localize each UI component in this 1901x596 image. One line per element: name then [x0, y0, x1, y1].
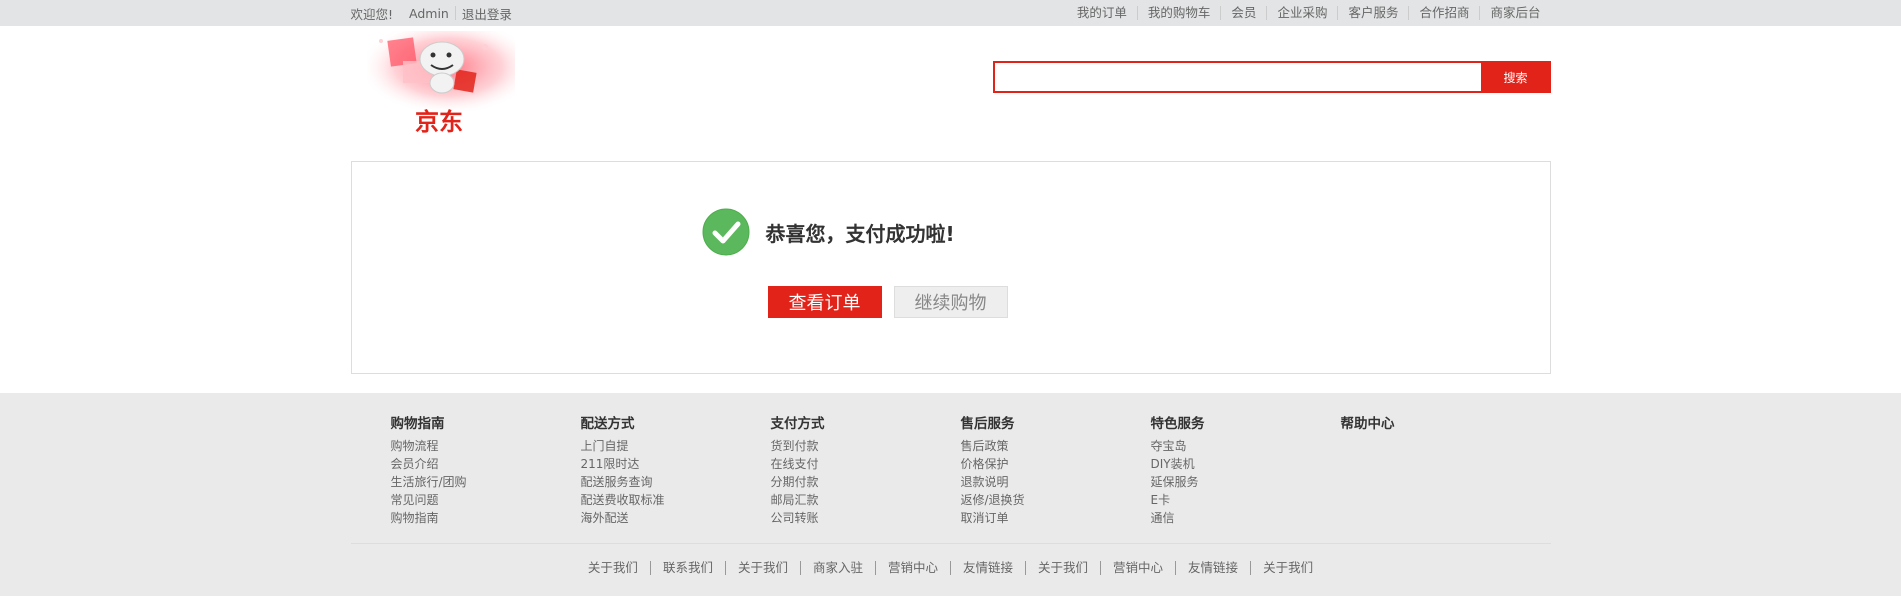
footer-link[interactable]: 取消订单 — [961, 509, 1151, 527]
footer-col-after-sales: 售后服务 售后政策 价格保护 退款说明 返修/退换货 取消订单 — [961, 415, 1151, 543]
continue-shopping-button[interactable]: 继续购物 — [893, 286, 1008, 318]
footer-link[interactable]: DIY装机 — [1151, 455, 1341, 473]
footer-link[interactable]: 退款说明 — [961, 473, 1151, 491]
footer-link[interactable]: 211限时达 — [581, 455, 771, 473]
footer-bottom-link-friend-links[interactable]: 友情链接 — [1175, 561, 1250, 575]
topbar-link-merchant-admin[interactable]: 商家后台 — [1479, 6, 1550, 20]
footer-col-special-services: 特色服务 夺宝岛 DIY装机 延保服务 E卡 通信 — [1151, 415, 1341, 543]
topbar-link-my-cart[interactable]: 我的购物车 — [1136, 6, 1221, 20]
footer-bottom-link-about[interactable]: 关于我们 — [576, 561, 650, 575]
footer-columns: 购物指南 购物流程 会员介绍 生活旅行/团购 常见问题 购物指南 配送方式 上门… — [351, 393, 1551, 543]
footer-link[interactable]: 海外配送 — [581, 509, 771, 527]
view-order-button[interactable]: 查看订单 — [767, 286, 882, 318]
footer-link[interactable]: 上门自提 — [581, 437, 771, 455]
footer-link[interactable]: 延保服务 — [1151, 473, 1341, 491]
footer-col-title: 配送方式 — [580, 416, 635, 432]
divider — [454, 6, 456, 20]
header: 京东 搜索 — [351, 26, 1551, 161]
welcome-text: 欢迎您! — [350, 6, 394, 22]
top-bar: 欢迎您! Admin 退出登录 我的订单 我的购物车 会员 企业采购 客户服务 … — [0, 0, 1901, 26]
footer-col-title[interactable]: 帮助中心 — [1341, 415, 1531, 433]
footer-link[interactable]: 分期付款 — [771, 473, 961, 491]
footer-bottom-link-friend-links[interactable]: 友情链接 — [950, 561, 1025, 575]
check-circle-icon — [702, 208, 749, 256]
footer-link[interactable]: 购物指南 — [391, 509, 581, 527]
footer-link[interactable]: 售后政策 — [961, 437, 1151, 455]
search-input[interactable] — [992, 61, 1481, 93]
success-message: 恭喜您，支付成功啦! — [765, 222, 955, 246]
footer-col-title: 特色服务 — [1150, 416, 1205, 432]
footer-link[interactable]: 常见问题 — [391, 491, 581, 509]
footer-bottom-link-about[interactable]: 关于我们 — [724, 561, 800, 575]
footer-link[interactable]: 在线支付 — [771, 455, 961, 473]
footer-col-shopping-guide: 购物指南 购物流程 会员介绍 生活旅行/团购 常见问题 购物指南 — [391, 415, 581, 543]
footer-bottom-link-contact[interactable]: 联系我们 — [649, 561, 725, 575]
logo-wordmark: 京东 — [415, 108, 463, 136]
footer-link[interactable]: 生活旅行/团购 — [391, 473, 581, 491]
footer-link[interactable]: 通信 — [1151, 509, 1341, 527]
footer-col-title: 支付方式 — [770, 416, 825, 432]
footer-link[interactable]: 邮局汇款 — [771, 491, 961, 509]
topbar-nav: 我的订单 我的购物车 会员 企业采购 客户服务 合作招商 商家后台 — [1067, 6, 1551, 20]
footer-bottom-link-about[interactable]: 关于我们 — [1250, 561, 1325, 575]
footer-link[interactable]: 会员介绍 — [391, 455, 581, 473]
footer: 购物指南 购物流程 会员介绍 生活旅行/团购 常见问题 购物指南 配送方式 上门… — [0, 393, 1901, 596]
footer-bottom-link-merchant-join[interactable]: 商家入驻 — [799, 561, 875, 575]
footer-link[interactable]: 公司转账 — [771, 509, 961, 527]
footer-link[interactable]: 配送费收取标准 — [581, 491, 771, 509]
footer-link[interactable]: E卡 — [1151, 491, 1341, 509]
topbar-user-area: 欢迎您! Admin 退出登录 — [351, 4, 512, 23]
search-button[interactable]: 搜索 — [1480, 61, 1551, 93]
search-box: 搜索 — [992, 61, 1551, 93]
topbar-link-my-orders[interactable]: 我的订单 — [1067, 6, 1137, 20]
footer-bottom-link-about[interactable]: 关于我们 — [1025, 561, 1100, 575]
footer-col-help-center: 帮助中心 — [1341, 415, 1531, 543]
logout-link[interactable]: 退出登录 — [462, 4, 512, 23]
footer-link[interactable]: 货到付款 — [771, 437, 961, 455]
footer-link[interactable]: 购物流程 — [391, 437, 581, 455]
footer-col-title: 售后服务 — [960, 416, 1015, 432]
footer-link[interactable]: 返修/退换货 — [961, 491, 1151, 509]
jd-logo[interactable]: 京东 — [366, 31, 515, 136]
topbar-link-customer-service[interactable]: 客户服务 — [1337, 6, 1408, 20]
topbar-link-enterprise[interactable]: 企业采购 — [1266, 6, 1337, 20]
footer-bottom-link-marketing[interactable]: 营销中心 — [1100, 561, 1175, 575]
footer-col-title: 购物指南 — [390, 416, 445, 432]
topbar-link-partnership[interactable]: 合作招商 — [1408, 6, 1479, 20]
footer-bottom-link-marketing[interactable]: 营销中心 — [874, 561, 950, 575]
payment-success-panel: 恭喜您，支付成功啦! 查看订单 继续购物 — [350, 161, 1551, 374]
footer-col-payment: 支付方式 货到付款 在线支付 分期付款 邮局汇款 公司转账 — [771, 415, 961, 543]
footer-link[interactable]: 价格保护 — [961, 455, 1151, 473]
footer-col-delivery: 配送方式 上门自提 211限时达 配送服务查询 配送费收取标准 海外配送 — [581, 415, 771, 543]
username-link[interactable]: Admin — [409, 6, 449, 21]
footer-link[interactable]: 配送服务查询 — [581, 473, 771, 491]
footer-bottom-links: 关于我们 联系我们 关于我们 商家入驻 营销中心 友情链接 关于我们 营销中心 … — [351, 544, 1551, 575]
footer-link[interactable]: 夺宝岛 — [1151, 437, 1341, 455]
topbar-link-membership[interactable]: 会员 — [1220, 6, 1266, 20]
